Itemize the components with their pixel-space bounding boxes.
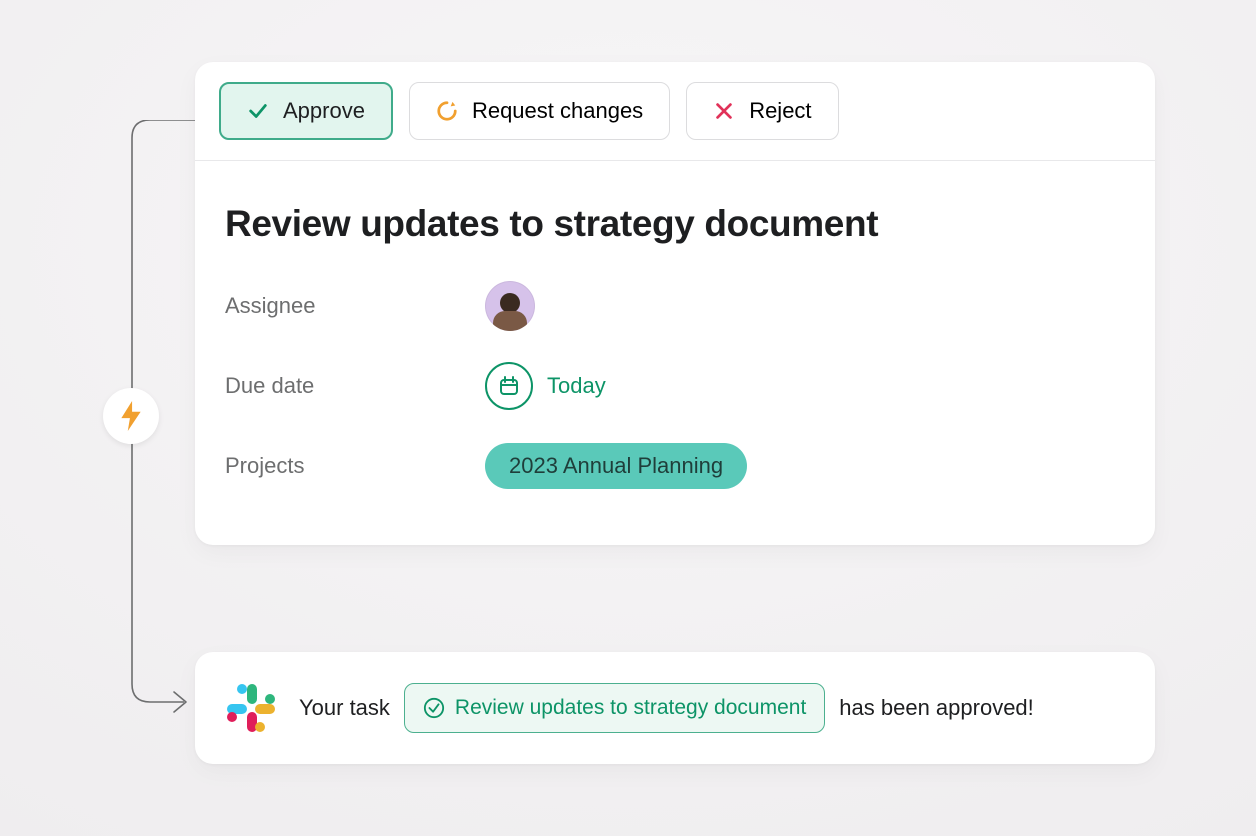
- due-date-row: Due date Today: [225, 355, 1125, 417]
- calendar-icon[interactable]: [485, 362, 533, 410]
- approve-label: Approve: [283, 98, 365, 124]
- reject-button[interactable]: Reject: [686, 82, 838, 140]
- bolt-icon: [118, 401, 144, 431]
- projects-row: Projects 2023 Annual Planning: [225, 435, 1125, 497]
- notification-task-chip[interactable]: Review updates to strategy document: [404, 683, 825, 733]
- action-bar: Approve Request changes Reject: [195, 62, 1155, 161]
- automation-bolt-badge: [103, 388, 159, 444]
- task-card: Approve Request changes Reject: [195, 62, 1155, 545]
- assignee-row: Assignee: [225, 275, 1125, 337]
- notification-prefix: Your task: [299, 695, 390, 721]
- project-chip[interactable]: 2023 Annual Planning: [485, 443, 747, 489]
- due-date-label: Due date: [225, 373, 485, 399]
- notification-card: Your task Review updates to strategy doc…: [195, 652, 1155, 764]
- check-icon: [247, 100, 269, 122]
- x-icon: [713, 100, 735, 122]
- slack-icon: [223, 680, 279, 736]
- request-changes-button[interactable]: Request changes: [409, 82, 670, 140]
- request-changes-label: Request changes: [472, 98, 643, 124]
- due-date-value[interactable]: Today: [547, 373, 606, 399]
- projects-label: Projects: [225, 453, 485, 479]
- reject-label: Reject: [749, 98, 811, 124]
- assignee-avatar[interactable]: [485, 281, 535, 331]
- assignee-label: Assignee: [225, 293, 485, 319]
- notification-suffix: has been approved!: [839, 695, 1034, 721]
- redo-icon: [436, 100, 458, 122]
- approve-button[interactable]: Approve: [219, 82, 393, 140]
- check-circle-icon: [423, 697, 445, 719]
- notification-task-name: Review updates to strategy document: [455, 696, 806, 720]
- task-title: Review updates to strategy document: [225, 203, 1125, 245]
